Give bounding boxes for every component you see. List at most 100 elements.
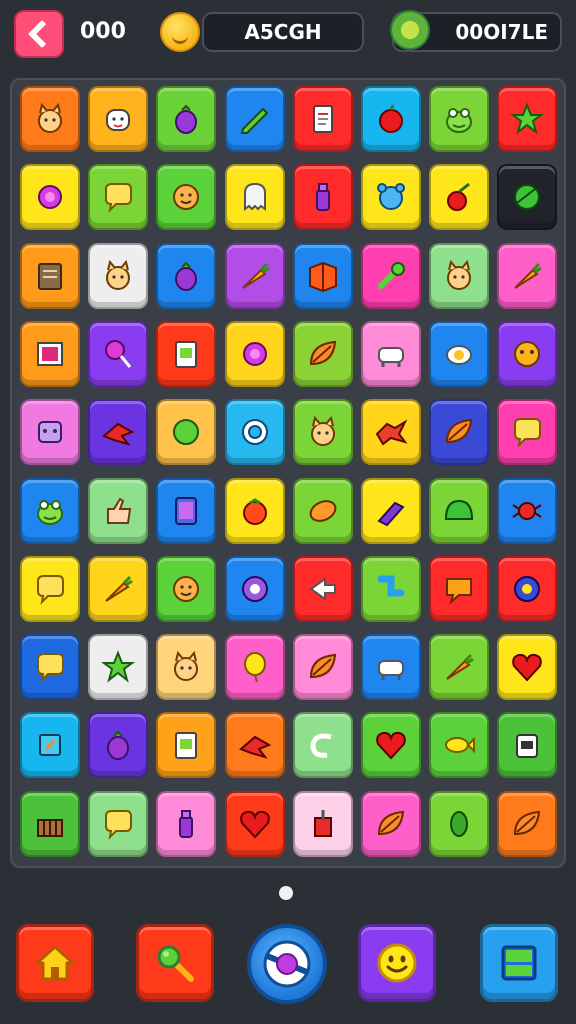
tile-r3-c7[interactable] — [429, 242, 490, 309]
tile-r3-c6[interactable] — [361, 242, 421, 309]
tile-r1-c5[interactable] — [292, 86, 353, 152]
tile-r1-c1[interactable] — [20, 86, 80, 152]
tile-r8-c1[interactable] — [20, 634, 80, 701]
tile-r8-c4[interactable] — [224, 634, 285, 701]
balloon-icon — [237, 649, 273, 685]
tile-r4-c1[interactable] — [20, 320, 80, 387]
tile-r8-c2[interactable] — [88, 634, 149, 701]
tile-r9-c7[interactable] — [429, 712, 490, 779]
tile-r6-c1[interactable] — [20, 477, 80, 544]
tile-r4-c7[interactable] — [429, 320, 490, 387]
tile-r8-c6[interactable] — [361, 634, 421, 701]
tile-r3-c1[interactable] — [20, 242, 80, 309]
tile-r6-c7[interactable] — [429, 477, 490, 544]
tile-r3-c3[interactable] — [156, 242, 217, 309]
tile-r7-c5[interactable] — [292, 555, 353, 622]
tile-r10-c5[interactable] — [292, 790, 353, 857]
play-button[interactable] — [247, 924, 327, 1004]
tile-r1-c2[interactable] — [88, 86, 149, 152]
tile-r3-c4[interactable] — [224, 242, 285, 309]
gear-icon — [237, 571, 273, 607]
tile-r5-c2[interactable] — [88, 399, 149, 466]
eye-icon — [237, 414, 273, 450]
tile-r9-c4[interactable] — [224, 712, 285, 779]
tile-r1-c6[interactable] — [361, 86, 421, 152]
tile-r2-c3[interactable] — [156, 164, 217, 231]
tile-r4-c6[interactable] — [361, 320, 421, 387]
tile-r8-c5[interactable] — [292, 634, 353, 701]
tile-r10-c4[interactable] — [224, 790, 285, 857]
tile-r1-c4[interactable] — [224, 86, 285, 152]
tile-r1-c7[interactable] — [429, 86, 490, 152]
tile-r10-c2[interactable] — [88, 790, 149, 857]
tile-r6-c8[interactable] — [497, 477, 558, 544]
tile-r6-c2[interactable] — [88, 477, 149, 544]
tile-r3-c2[interactable] — [88, 242, 149, 309]
heart-icon — [373, 727, 409, 763]
tile-r9-c3[interactable] — [156, 712, 217, 779]
egg-icon — [441, 336, 477, 372]
tile-r6-c5[interactable] — [292, 477, 353, 544]
tile-r5-c6[interactable] — [361, 399, 421, 466]
tile-r10-c3[interactable] — [156, 790, 217, 857]
tile-r1-c3[interactable] — [156, 86, 217, 152]
tile-r2-c5[interactable] — [292, 164, 353, 231]
tile-r9-c1[interactable] — [20, 712, 80, 779]
tile-r4-c5[interactable] — [292, 320, 353, 387]
tile-r3-c8[interactable] — [497, 242, 558, 309]
tile-r10-c8[interactable] — [497, 790, 558, 857]
tile-r8-c7[interactable] — [429, 634, 490, 701]
back-button[interactable] — [14, 10, 64, 58]
tile-r3-c5[interactable] — [292, 242, 353, 309]
tile-r5-c1[interactable] — [20, 399, 80, 466]
home-button[interactable] — [16, 924, 94, 1002]
tile-r1-c8[interactable] — [497, 86, 558, 152]
tile-r10-c1[interactable] — [20, 790, 80, 857]
tile-r6-c4[interactable] — [224, 477, 285, 544]
tile-r7-c4[interactable] — [224, 555, 285, 622]
smiley-button[interactable] — [358, 924, 436, 1002]
tile-r9-c2[interactable] — [88, 712, 149, 779]
pagination-dot[interactable] — [279, 886, 293, 900]
tile-r5-c4[interactable] — [224, 399, 285, 466]
tile-r7-c7[interactable] — [429, 555, 490, 622]
tile-r2-c8[interactable] — [497, 164, 558, 231]
tile-r6-c6[interactable] — [361, 477, 421, 544]
tile-r10-c6[interactable] — [361, 790, 421, 857]
turtle-shell-icon — [441, 493, 477, 529]
tile-r5-c7[interactable] — [429, 399, 490, 466]
tile-r7-c6[interactable] — [361, 555, 421, 622]
tile-r2-c7[interactable] — [429, 164, 490, 231]
tile-r5-c5[interactable] — [292, 399, 353, 466]
tile-r4-c3[interactable] — [156, 320, 217, 387]
tile-r2-c6[interactable] — [361, 164, 421, 231]
tile-r7-c2[interactable] — [88, 555, 149, 622]
tile-r7-c8[interactable] — [497, 555, 558, 622]
tile-r10-c7[interactable] — [429, 790, 490, 857]
cow-icon — [373, 336, 409, 372]
tile-r8-c8[interactable] — [497, 634, 558, 701]
hammer-button[interactable] — [136, 924, 214, 1002]
tablet-icon — [168, 493, 204, 529]
tile-r5-c8[interactable] — [497, 399, 558, 466]
crayon-icon — [373, 493, 409, 529]
tile-r8-c3[interactable] — [156, 634, 217, 701]
speech-bubble-icon — [32, 649, 68, 685]
tile-r2-c2[interactable] — [88, 164, 149, 231]
arrow-icon — [305, 571, 341, 607]
tile-r4-c2[interactable] — [88, 320, 149, 387]
tile-r4-c8[interactable] — [497, 320, 558, 387]
tile-r6-c3[interactable] — [156, 477, 217, 544]
tile-r7-c1[interactable] — [20, 555, 80, 622]
tile-r9-c5[interactable] — [292, 712, 353, 779]
tile-r9-c6[interactable] — [361, 712, 421, 779]
tile-r7-c3[interactable] — [156, 555, 217, 622]
tile-r2-c1[interactable] — [20, 164, 80, 231]
lollipop-icon — [100, 336, 136, 372]
layout-button[interactable] — [480, 924, 558, 1002]
tile-r9-c8[interactable] — [497, 712, 558, 779]
tile-r4-c4[interactable] — [224, 320, 285, 387]
smiley-icon — [377, 943, 417, 983]
tile-r5-c3[interactable] — [156, 399, 217, 466]
tile-r2-c4[interactable] — [224, 164, 285, 231]
